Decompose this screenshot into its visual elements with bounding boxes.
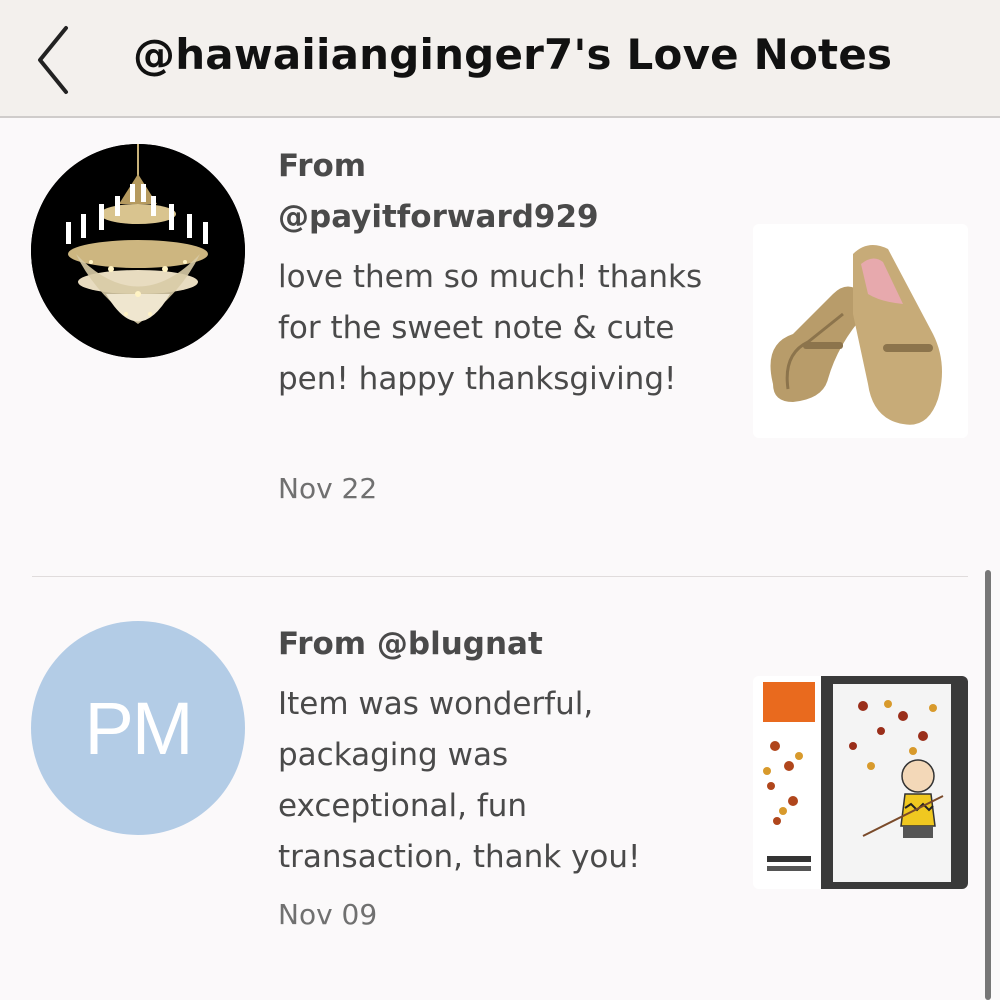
divider	[32, 576, 968, 577]
page-title: @hawaiianginger7's Love Notes	[133, 30, 893, 79]
peanuts-hand-towels-image	[753, 676, 968, 889]
top-bar: @hawaiianginger7's Love Notes	[0, 0, 1000, 118]
sender-avatar[interactable]: PM	[31, 621, 245, 835]
sender-avatar[interactable]	[31, 144, 245, 358]
chandelier-image	[31, 144, 245, 358]
note-date: Nov 22	[278, 472, 378, 505]
avatar-initials: PM	[84, 686, 194, 770]
note-message: love them so much! thanks for the sweet …	[278, 259, 703, 397]
chevron-left-icon	[38, 26, 68, 94]
sender-from-label: From	[278, 148, 367, 184]
back-button[interactable]	[30, 22, 86, 98]
note-date: Nov 09	[278, 898, 378, 931]
note-message: Item was wonderful, packaging was except…	[278, 686, 641, 875]
sender-username-link[interactable]: @payitforward929	[278, 191, 599, 243]
item-thumbnail[interactable]	[753, 224, 968, 438]
gold-loafers-image	[753, 224, 968, 438]
sender-from-label[interactable]: From @blugnat	[278, 618, 543, 670]
item-thumbnail[interactable]	[753, 676, 968, 889]
scrollbar[interactable]	[985, 570, 991, 1000]
